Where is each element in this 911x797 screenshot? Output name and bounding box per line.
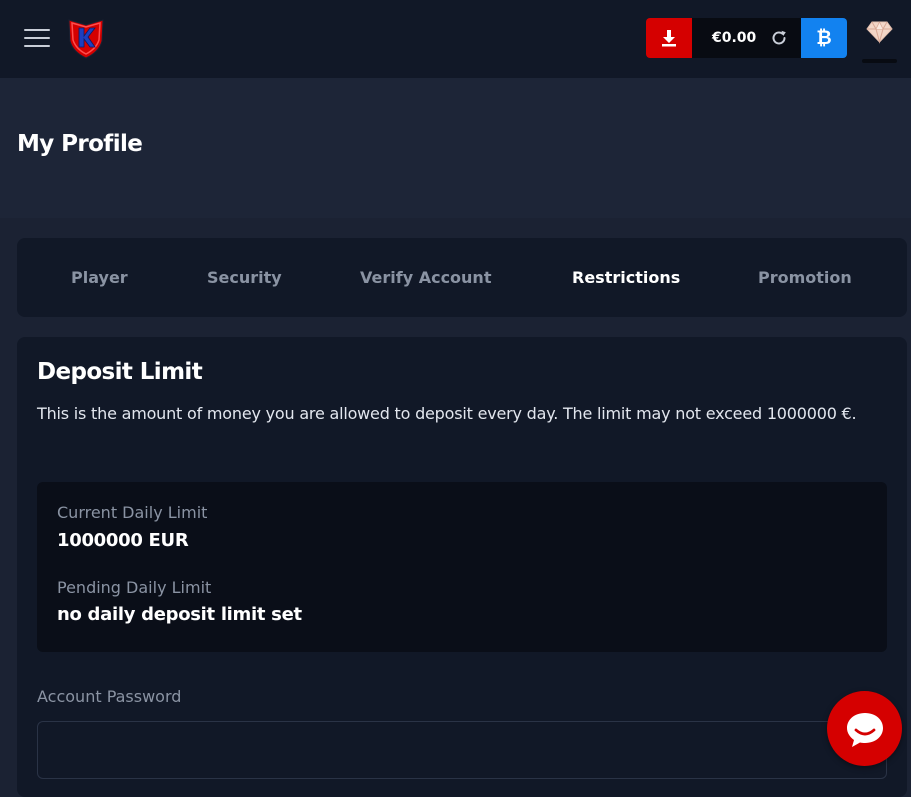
deposit-limit-card: Deposit Limit This is the amount of mone… [17, 337, 907, 797]
password-label: Account Password [37, 687, 182, 706]
refresh-icon[interactable] [770, 29, 788, 47]
current-limit-value: 1000000 EUR [57, 530, 189, 551]
tab-promotion[interactable]: Promotion [758, 238, 852, 317]
hamburger-menu-icon[interactable] [24, 27, 50, 49]
balance-amount: €0.00 [712, 30, 757, 46]
download-app-button[interactable] [646, 18, 692, 58]
bitcoin-icon: ₿ [816, 26, 832, 49]
crypto-deposit-button[interactable]: ₿ [801, 18, 847, 58]
k-shield-logo[interactable] [64, 16, 108, 60]
tab-restrictions[interactable]: Restrictions [572, 238, 680, 317]
password-input[interactable] [37, 721, 887, 779]
chat-bubble-icon [846, 712, 883, 747]
section-title: Deposit Limit [37, 359, 203, 385]
tab-security[interactable]: Security [207, 238, 282, 317]
current-limit-label: Current Daily Limit [57, 503, 208, 522]
vip-progress-bar [862, 59, 897, 63]
page-title: My Profile [17, 131, 143, 157]
balance-display: €0.00 [692, 18, 801, 58]
live-chat-button[interactable] [827, 691, 902, 766]
vip-status-badge[interactable] [862, 18, 897, 63]
pending-limit-label: Pending Daily Limit [57, 578, 212, 597]
limit-info-box: Current Daily Limit 1000000 EUR Pending … [37, 482, 887, 652]
download-icon [662, 30, 676, 47]
section-description: This is the amount of money you are allo… [37, 404, 857, 423]
pending-limit-value: no daily deposit limit set [57, 604, 302, 625]
tab-player[interactable]: Player [71, 238, 128, 317]
profile-tabs: Player Security Verify Account Restricti… [17, 238, 907, 317]
top-header: €0.00 ₿ [0, 0, 911, 78]
tab-verify-account[interactable]: Verify Account [360, 238, 491, 317]
diamond-icon [866, 21, 893, 44]
page-title-band: My Profile [0, 78, 911, 218]
